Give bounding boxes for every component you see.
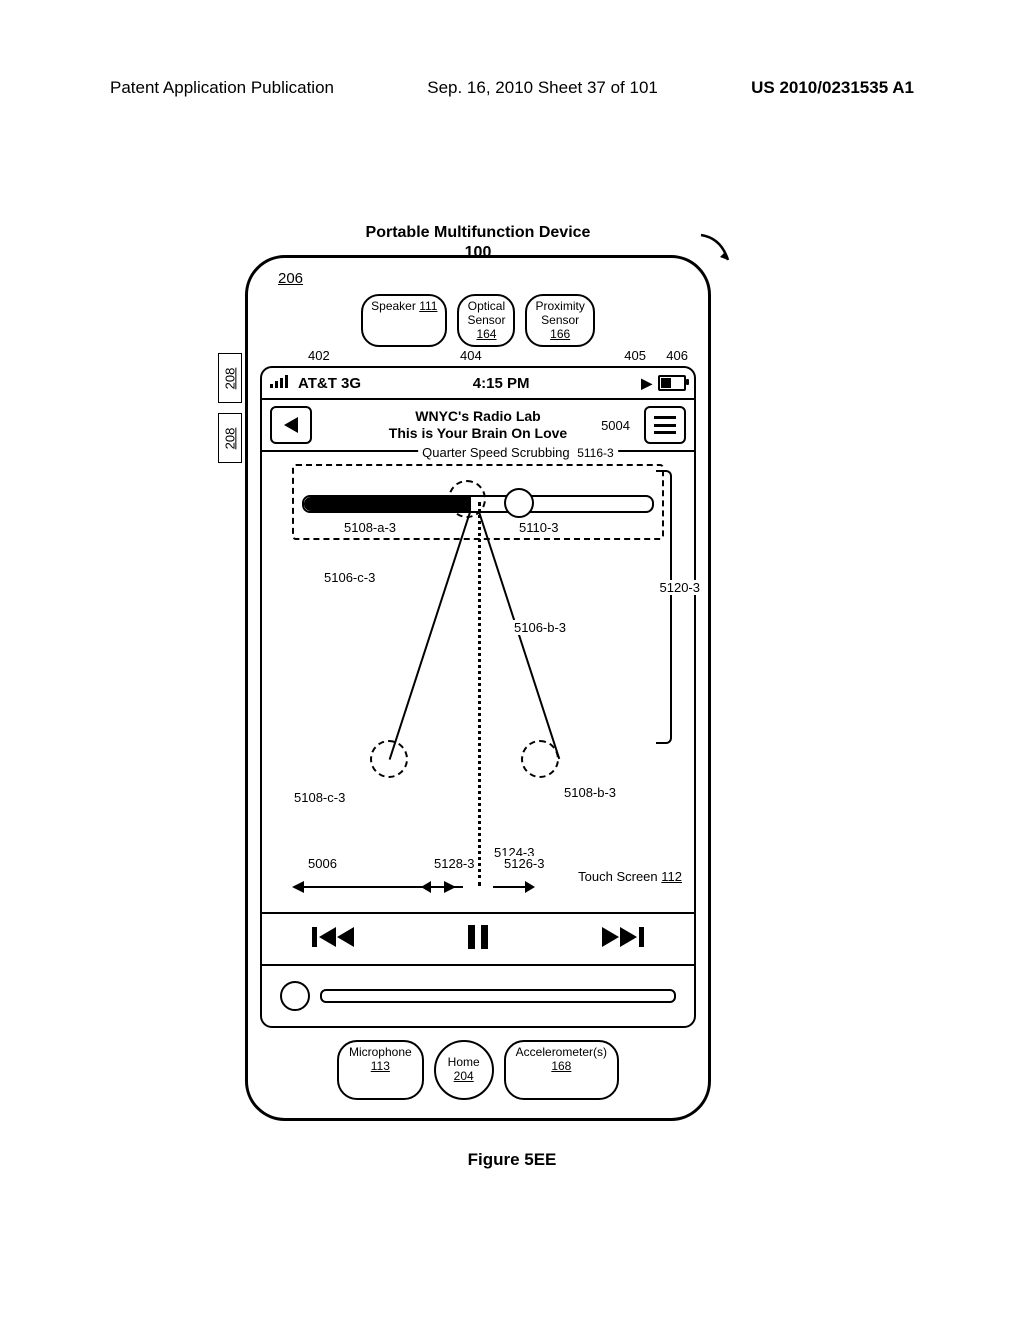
pause-button[interactable]	[456, 923, 500, 956]
signal-icon	[270, 374, 294, 392]
battery-icon	[658, 375, 686, 391]
line-5106c3	[389, 512, 471, 760]
device-ref-100: 100	[465, 244, 492, 262]
ref-5120-3: 5120-3	[658, 580, 702, 595]
line-5106b3	[478, 511, 560, 759]
ref-5006: 5006	[306, 856, 339, 871]
volume-row	[262, 976, 694, 1016]
status-bar: AT&T 3G 4:15 PM ▶	[262, 368, 694, 400]
ref-5106c3: 5106-c-3	[322, 570, 377, 585]
optical-sensor-label: Optical Sensor 164	[457, 294, 515, 347]
media-controls	[262, 912, 694, 966]
list-icon	[654, 416, 676, 434]
device-arrow-icon	[696, 230, 736, 270]
ref-5108a3: 5108-a-3	[342, 520, 398, 535]
content-area[interactable]: Quarter Speed Scrubbing 5116-3 5108-a-3 …	[262, 450, 694, 906]
skip-forward-button[interactable]	[600, 923, 644, 956]
scrubber-progress	[304, 497, 471, 511]
page-header: Patent Application Publication Sep. 16, …	[0, 78, 1024, 98]
skip-back-button[interactable]	[312, 923, 356, 956]
ref-402: 402	[306, 348, 332, 363]
ref-5108c3: 5108-c-3	[292, 790, 347, 805]
microphone-label: Microphone 113	[337, 1040, 424, 1100]
arrow-5128-icon	[423, 886, 463, 888]
ref-208-top: 208	[218, 353, 242, 403]
nav-title-2: This is Your Brain On Love	[320, 425, 636, 442]
device-title: Portable Multifunction Device	[248, 224, 708, 242]
carrier-label: AT&T 3G	[298, 375, 361, 392]
scrubber-handle[interactable]	[504, 488, 534, 518]
header-center: Sep. 16, 2010 Sheet 37 of 101	[427, 78, 658, 98]
touch-screen-label: Touch Screen 112	[576, 869, 684, 884]
vertical-dashed-5124	[478, 502, 481, 886]
ref-5126-3: 5126-3	[502, 856, 546, 871]
accelerometer-label: Accelerometer(s) 168	[504, 1040, 619, 1100]
volume-track[interactable]	[320, 989, 676, 1003]
nav-titles: WNYC's Radio Lab This is Your Brain On L…	[320, 408, 636, 442]
ref-405: 405	[622, 348, 648, 363]
volume-knob[interactable]	[280, 981, 310, 1011]
ref-5106b3: 5106-b-3	[512, 620, 568, 635]
proximity-sensor-label: Proximity Sensor 166	[525, 294, 594, 347]
speaker-label: Speaker 111	[361, 294, 447, 347]
playing-icon: ▶	[641, 375, 652, 392]
scrub-speed-label: Quarter Speed Scrubbing 5116-3	[418, 445, 618, 460]
list-button[interactable]	[644, 406, 686, 444]
arrow-5126-icon	[493, 886, 533, 888]
mini-arrows-5128-5126	[423, 886, 533, 888]
ref-206: 206	[278, 270, 303, 287]
clock-label: 4:15 PM	[361, 375, 641, 392]
touch-screen[interactable]: AT&T 3G 4:15 PM ▶ WNYC's Radio Lab This …	[260, 366, 696, 1028]
nav-title-1: WNYC's Radio Lab	[320, 408, 636, 425]
figure-caption: Figure 5EE	[0, 1150, 1024, 1170]
ref-404: 404	[458, 348, 484, 363]
ref-5128-3: 5128-3	[432, 856, 476, 871]
ref-208-bottom: 208	[218, 413, 242, 463]
back-button[interactable]	[270, 406, 312, 444]
home-button[interactable]: Home 204	[434, 1040, 494, 1100]
ref-5116-3: 5116-3	[577, 446, 613, 460]
ref-5004: 5004	[599, 418, 632, 433]
brace-5120-3	[656, 470, 672, 744]
device-frame: Portable Multifunction Device 100 206 20…	[245, 255, 711, 1121]
ref-5108b3: 5108-b-3	[562, 785, 618, 800]
page: Patent Application Publication Sep. 16, …	[0, 0, 1024, 1320]
header-right: US 2010/0231535 A1	[751, 78, 914, 98]
ref-5110-3: 5110-3	[517, 520, 561, 535]
back-arrow-icon	[284, 417, 298, 433]
hardware-row: Microphone 113 Home 204 Accelerometer(s)…	[248, 1040, 708, 1100]
ref-406: 406	[664, 348, 690, 363]
top-sensors-row: Speaker 111 Optical Sensor 164 Proximity…	[248, 294, 708, 347]
header-left: Patent Application Publication	[110, 78, 334, 98]
